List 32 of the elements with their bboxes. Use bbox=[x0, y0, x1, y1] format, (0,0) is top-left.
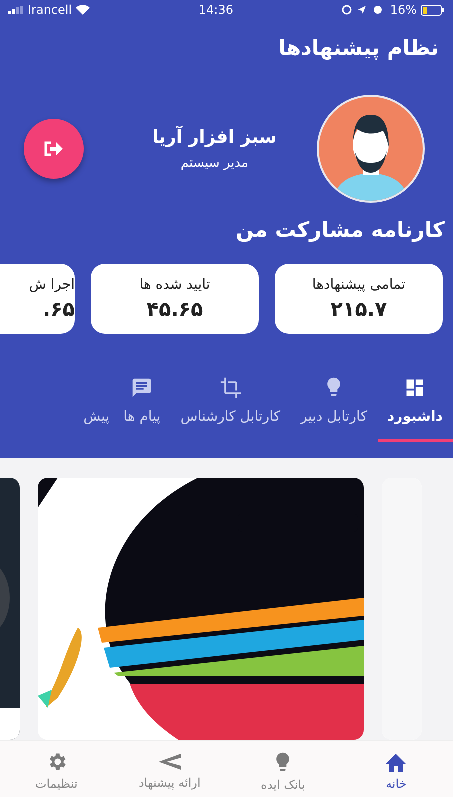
tab[interactable]: پیام ها bbox=[114, 368, 171, 442]
home-icon bbox=[384, 751, 408, 773]
user-role: مدیر سیستم bbox=[180, 156, 249, 171]
tab[interactable]: کارتابل دبیر bbox=[290, 368, 378, 442]
stat-label: تایید شده ها bbox=[140, 277, 210, 293]
stat-value: .۶۵ bbox=[42, 297, 75, 321]
nav-item[interactable]: بانک ایده bbox=[226, 741, 340, 797]
stat-label: اجرا ش bbox=[29, 277, 75, 293]
stat-label: تمامی پیشنهادها bbox=[312, 277, 406, 293]
logout-icon bbox=[44, 141, 64, 157]
nav-item[interactable]: ارائه پیشنهاد bbox=[113, 741, 226, 797]
crop-icon bbox=[220, 377, 242, 399]
stat-value: ۲۱۵.۷ bbox=[330, 297, 388, 321]
tab[interactable]: داشبورد bbox=[378, 368, 453, 442]
logout-button[interactable] bbox=[24, 119, 84, 179]
less-than-icon bbox=[156, 752, 183, 772]
clock-time: 14:36 bbox=[198, 3, 234, 17]
message-icon bbox=[131, 377, 154, 399]
section-title: کارنامه مشارکت من bbox=[234, 217, 446, 242]
dashboard-icon bbox=[404, 377, 426, 399]
tab[interactable]: پیش bbox=[84, 368, 114, 442]
carrier-name: Irancell bbox=[28, 3, 72, 17]
tab[interactable]: کارتابل کارشناس bbox=[170, 368, 291, 442]
wifi-icon bbox=[76, 5, 90, 15]
nav-item[interactable]: خانه bbox=[340, 741, 453, 797]
signal-icon bbox=[8, 6, 24, 14]
app-title: نظام پیشنهادها bbox=[278, 35, 440, 60]
battery-percent: 16% bbox=[390, 3, 417, 17]
nav-item[interactable]: تنظیمات bbox=[0, 741, 114, 797]
battery-icon bbox=[420, 4, 445, 16]
stat-value: ۴۵.۶۵ bbox=[146, 297, 204, 321]
user-name: سبز افزار آریا bbox=[152, 127, 277, 148]
